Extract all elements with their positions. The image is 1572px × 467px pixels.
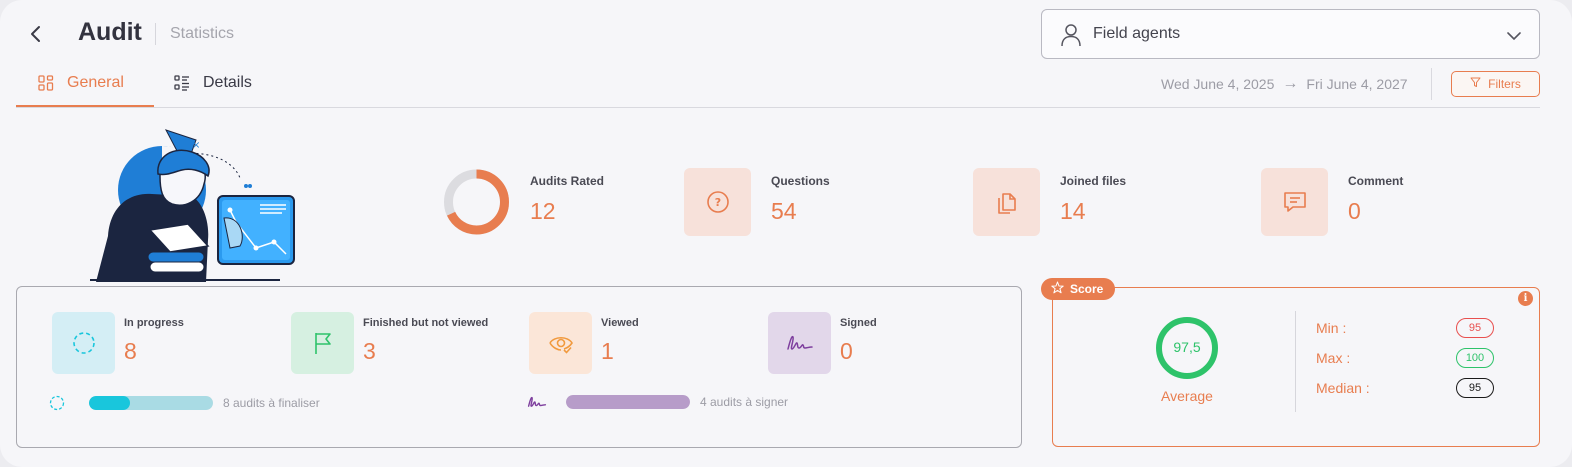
page-title: Audit <box>78 18 142 46</box>
score-tag: Score <box>1041 278 1116 300</box>
score-tag-label: Score <box>1070 282 1104 296</box>
agent-select-dropdown[interactable]: Field agents <box>1041 9 1540 59</box>
filter-icon <box>1470 77 1481 91</box>
kpi-value: 3 <box>363 338 376 364</box>
list-icon <box>174 75 190 91</box>
svg-text:×: × <box>192 140 200 151</box>
tabs-divider <box>16 107 1540 108</box>
finalize-progress-row: 8 audits à finaliser <box>49 395 320 411</box>
tab-general-label: General <box>67 74 124 91</box>
title-divider <box>155 23 156 45</box>
audit-statistics-page: Audit Statistics Field agents General De… <box>0 0 1572 467</box>
max-badge: 100 <box>1456 348 1494 368</box>
average-value: 97,5 <box>1173 339 1201 355</box>
kpi-value: 8 <box>124 338 137 364</box>
progress-panel: In progress 8 Finished but not viewed 3 … <box>16 286 1022 448</box>
svg-text:?: ? <box>714 196 720 209</box>
eye-check-icon <box>529 312 592 374</box>
date-range[interactable]: Wed June 4, 2025 → Fri June 4, 2027 <box>1161 75 1408 93</box>
chevron-down-icon <box>1507 28 1521 46</box>
min-label: Min : <box>1316 320 1347 336</box>
score-divider <box>1295 311 1296 412</box>
page-subtitle: Statistics <box>170 25 235 42</box>
date-start: Wed June 4, 2025 <box>1161 76 1275 92</box>
finalize-done-segment <box>89 396 130 410</box>
audit-illustration: × <box>90 118 310 282</box>
filters-button[interactable]: Filters <box>1451 71 1540 97</box>
stat-value: 12 <box>530 198 556 224</box>
stat-value: 14 <box>1060 198 1086 224</box>
tab-details-label: Details <box>203 74 252 91</box>
stat-label: Audits Rated <box>530 174 605 188</box>
question-icon: ? <box>684 168 751 236</box>
sign-progress-bar <box>566 395 690 409</box>
stat-value: 0 <box>1348 198 1361 224</box>
finalize-progress-bar <box>89 396 213 410</box>
flag-icon <box>291 312 354 374</box>
signature-icon <box>768 312 831 374</box>
min-badge: 95 <box>1456 318 1494 338</box>
average-label: Average <box>1161 388 1213 404</box>
back-arrow-icon[interactable] <box>22 20 50 48</box>
median-badge: 95 <box>1456 378 1494 398</box>
donut-chart-icon <box>443 168 510 236</box>
signature-icon <box>527 395 547 409</box>
stat-label: Joined files <box>1060 174 1127 188</box>
kpi-label: In progress <box>124 317 184 329</box>
info-icon[interactable]: i <box>1518 291 1533 306</box>
star-icon <box>1051 281 1064 297</box>
sign-progress-row: 4 audits à signer <box>527 395 788 409</box>
filters-label: Filters <box>1488 77 1521 91</box>
kpi-label: Signed <box>840 317 877 329</box>
dashed-circle-icon <box>52 312 115 374</box>
median-label: Median : <box>1316 380 1370 396</box>
sign-segment <box>566 395 690 409</box>
files-icon <box>973 168 1040 236</box>
max-label: Max : <box>1316 350 1351 366</box>
grid-icon <box>38 75 54 91</box>
finalize-text: 8 audits à finaliser <box>223 396 320 410</box>
tab-details[interactable]: Details <box>174 66 284 108</box>
comment-icon <box>1261 168 1328 236</box>
agent-select-value: Field agents <box>1093 25 1181 42</box>
stat-value: 54 <box>771 198 797 224</box>
sign-text: 4 audits à signer <box>700 395 789 409</box>
kpi-label: Finished but not viewed <box>363 317 489 329</box>
stat-label: Comment <box>1348 174 1404 188</box>
stat-label: Questions <box>771 174 830 188</box>
dashed-circle-icon <box>49 395 65 411</box>
person-icon <box>1060 23 1082 52</box>
arrow-right-icon: → <box>1282 75 1299 92</box>
tab-general[interactable]: General <box>16 66 154 108</box>
date-end: Fri June 4, 2027 <box>1306 76 1408 92</box>
kpi-label: Viewed <box>601 317 639 329</box>
kpi-value: 0 <box>840 338 853 364</box>
header-divider <box>1431 68 1432 100</box>
kpi-value: 1 <box>601 338 614 364</box>
